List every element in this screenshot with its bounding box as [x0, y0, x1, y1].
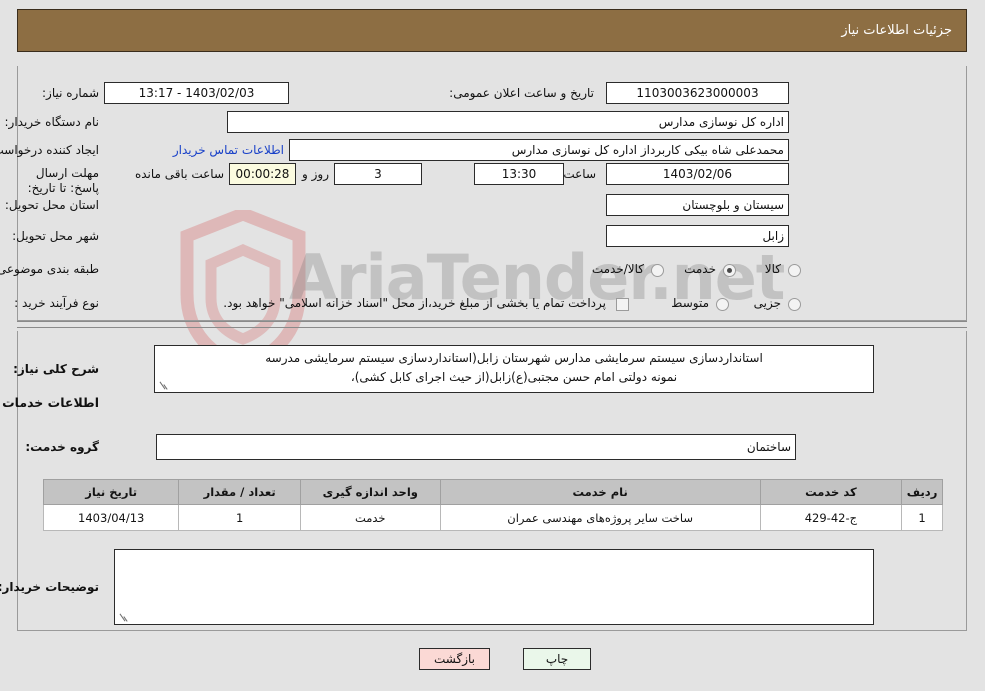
table-col-date: تاریخ نیاز — [43, 479, 181, 505]
table-col-unit: واحد اندازه گیری — [300, 479, 442, 505]
table-col-qty: تعداد / مقدار — [179, 479, 302, 505]
request-creator-value: محمدعلی شاه بیکی کاربرداز اداره کل نوساز… — [290, 139, 790, 161]
page-header: جزئیات اطلاعات نیاز — [18, 9, 968, 52]
services-section-title: اطلاعات خدمات مورد نیاز — [0, 395, 100, 410]
city-label: شهر محل تحویل: — [13, 229, 100, 243]
deadline-time-label: ساعت — [564, 167, 597, 181]
table-row: 1 ج-42-429 ساخت سایر پروژه‌های مهندسی عم… — [43, 504, 944, 531]
announce-datetime-value: 1403/02/03 - 13:17 — [105, 82, 290, 104]
classification-option-label-0: کالا — [765, 262, 782, 276]
treasury-documents-label: پرداخت تمام یا بخشی از مبلغ خرید،از محل … — [224, 296, 607, 310]
buyer-contact-link[interactable]: اطلاعات تماس خریدار — [174, 143, 285, 157]
service-group-value: ساختمان — [157, 434, 797, 460]
details-panel — [18, 66, 968, 321]
deadline-time-value: 13:30 — [475, 163, 565, 185]
deadline-remaining-label: ساعت باقی مانده — [135, 167, 225, 181]
treasury-documents-checkbox[interactable] — [617, 298, 630, 311]
cell-qty: 1 — [179, 504, 302, 531]
classification-option-label-1: خدمت — [685, 262, 717, 276]
classification-label: طبقه بندی موضوعی: — [0, 262, 100, 276]
general-description-line-1: استانداردسازی سیستم سرمایشی مدارس شهرستا… — [266, 351, 764, 365]
cell-name: ساخت سایر پروژه‌های مهندسی عمران — [440, 504, 762, 531]
classification-radio-khedmat[interactable] — [724, 264, 737, 277]
table-header-row: ردیف کد خدمت نام خدمت واحد اندازه گیری ت… — [43, 479, 944, 505]
purchase-process-radio-motavasset[interactable] — [717, 298, 730, 311]
deadline-date-value: 1403/02/06 — [607, 163, 790, 185]
purchase-process-label: نوع فرآیند خرید : — [15, 296, 100, 310]
purchase-process-option-label-0: جزیی — [754, 296, 782, 310]
section-divider-bottom — [18, 327, 968, 328]
table-col-name: نام خدمت — [440, 479, 762, 505]
cell-code: ج-42-429 — [760, 504, 904, 531]
deadline-days-label: روز و — [303, 167, 330, 181]
classification-radio-kala[interactable] — [789, 264, 802, 277]
buyer-org-value: اداره کل نوسازی مدارس — [228, 111, 790, 133]
cell-unit: خدمت — [300, 504, 442, 531]
announce-datetime-label: تاریخ و ساعت اعلان عمومی: — [450, 86, 595, 100]
general-description-box[interactable]: استانداردسازی سیستم سرمایشی مدارس شهرستا… — [155, 345, 875, 393]
general-description-line-2: نمونه دولتی امام حسن مجتبی(ع)زابل(از حیث… — [351, 370, 679, 384]
general-description-label: شرح کلی نیاز: — [14, 362, 100, 376]
need-number-value: 1103003623000003 — [607, 82, 790, 104]
cell-row: 1 — [902, 504, 944, 531]
deadline-days-value: 3 — [335, 163, 423, 185]
province-label: استان محل تحویل: — [5, 198, 100, 212]
request-creator-label: ایجاد کننده درخواست: — [0, 143, 100, 157]
need-number-label: شماره نیاز: — [43, 86, 100, 100]
buyer-notes-box[interactable] — [115, 549, 875, 625]
back-button[interactable]: بازگشت — [420, 648, 491, 670]
resize-grip-icon-2[interactable] — [118, 612, 130, 624]
print-button[interactable]: چاپ — [524, 648, 592, 670]
table-col-code: کد خدمت — [760, 479, 904, 505]
buyer-org-label: نام دستگاه خریدار: — [5, 115, 101, 129]
buyer-notes-label: توضیحات خریدار: — [0, 580, 100, 594]
page-title: جزئیات اطلاعات نیاز — [842, 23, 953, 38]
purchase-process-option-label-1: متوسط — [672, 296, 710, 310]
classification-radio-kala-khedmat[interactable] — [652, 264, 665, 277]
province-value: سیستان و بلوچستان — [607, 194, 790, 216]
service-group-label: گروه خدمت: — [26, 440, 100, 454]
table-col-row: ردیف — [902, 479, 944, 505]
deadline-countdown-value: 00:00:28 — [230, 163, 297, 185]
classification-option-label-2: کالا/خدمت — [592, 262, 645, 276]
section-divider-top — [18, 321, 968, 322]
deadline-label: مهلت ارسال پاسخ: تا تاریخ: — [28, 166, 100, 195]
services-table: ردیف کد خدمت نام خدمت واحد اندازه گیری ت… — [43, 479, 944, 531]
city-value: زابل — [607, 225, 790, 247]
purchase-process-radio-jozei[interactable] — [789, 298, 802, 311]
cell-date: 1403/04/13 — [43, 504, 181, 531]
